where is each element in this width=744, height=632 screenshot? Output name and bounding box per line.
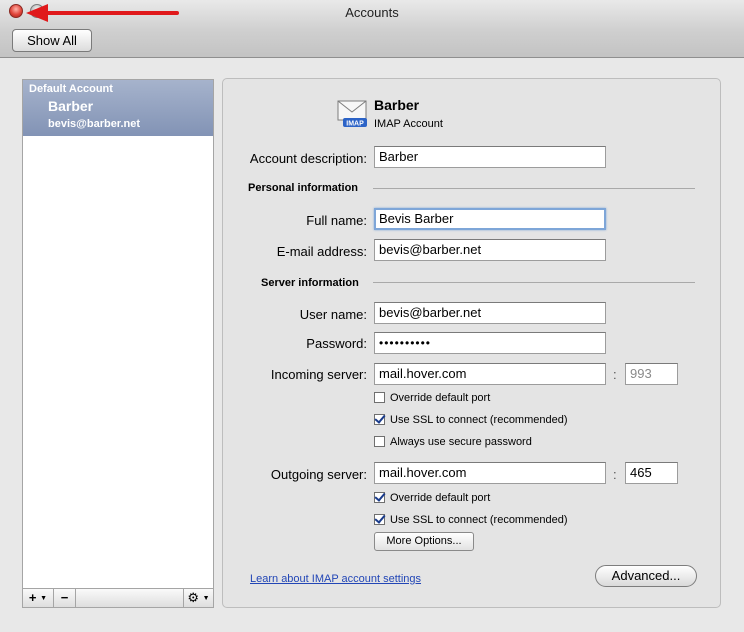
learn-imap-settings-link[interactable]: Learn about IMAP account settings — [250, 573, 421, 585]
window-titlebar: Accounts Show All — [0, 0, 744, 58]
account-header-type: IMAP Account — [374, 118, 443, 130]
account-group-label: Default Account — [29, 83, 113, 95]
incoming-server-label: Incoming server: — [270, 367, 367, 382]
advanced-button[interactable]: Advanced... — [595, 565, 697, 587]
server-info-section-label: Server information — [261, 277, 359, 289]
outgoing-server-label: Outgoing server: — [270, 467, 367, 482]
more-options-button[interactable]: More Options... — [374, 532, 474, 551]
outgoing-port-field[interactable]: 465 — [625, 462, 678, 484]
incoming-ssl-label: Use SSL to connect (recommended) — [390, 414, 568, 426]
outgoing-override-port-checkbox[interactable]: Override default port — [374, 492, 490, 504]
outgoing-server-field[interactable]: mail.hover.com — [374, 462, 606, 484]
account-description-label: Account description: — [249, 151, 367, 166]
password-label: Password: — [306, 336, 367, 351]
account-list-email: bevis@barber.net — [48, 118, 141, 130]
account-details-panel: IMAP Barber IMAP Account Account descrip… — [222, 78, 721, 608]
password-field[interactable]: •••••••••• — [374, 332, 606, 354]
email-address-field[interactable]: bevis@barber.net — [374, 239, 606, 261]
show-all-button[interactable]: Show All — [12, 29, 92, 52]
personal-info-divider — [373, 188, 695, 189]
remove-account-button[interactable]: − — [54, 589, 76, 607]
outgoing-port-separator: : — [613, 467, 617, 482]
full-name-label: Full name: — [306, 213, 367, 228]
checkbox-icon — [374, 392, 385, 403]
username-field[interactable]: bevis@barber.net — [374, 302, 606, 324]
email-address-label: E-mail address: — [276, 244, 367, 259]
incoming-port-separator: : — [613, 367, 617, 382]
secure-password-label: Always use secure password — [390, 436, 532, 448]
account-list[interactable]: Default Account Barber bevis@barber.net … — [22, 79, 214, 608]
outgoing-ssl-label: Use SSL to connect (recommended) — [390, 514, 568, 526]
full-name-field[interactable]: Bevis Barber — [374, 208, 606, 230]
incoming-port-field[interactable]: 993 — [625, 363, 678, 385]
gear-icon: ⚙ — [187, 590, 200, 605]
account-list-name: Barber — [48, 98, 94, 114]
imap-badge-text: IMAP — [346, 121, 364, 128]
incoming-ssl-checkbox[interactable]: Use SSL to connect (recommended) — [374, 414, 568, 426]
personal-info-section-label: Personal information — [248, 182, 359, 194]
outgoing-override-port-label: Override default port — [390, 492, 491, 504]
chevron-down-icon: ▼ — [40, 595, 48, 603]
secure-password-checkbox[interactable]: Always use secure password — [374, 436, 532, 448]
action-menu-button[interactable]: ⚙ ▼ — [183, 589, 213, 607]
account-description-field[interactable]: Barber — [374, 146, 606, 168]
window-title: Accounts — [345, 5, 399, 20]
incoming-server-field[interactable]: mail.hover.com — [374, 363, 606, 385]
username-label: User name: — [299, 307, 367, 322]
checkbox-checked-icon — [374, 492, 385, 503]
incoming-override-port-checkbox[interactable]: Override default port — [374, 392, 490, 404]
account-header-name: Barber — [374, 97, 420, 113]
add-icon: + — [28, 590, 37, 605]
account-list-toolbar: + ▼ − ⚙ ▼ — [23, 588, 213, 607]
chevron-down-icon: ▼ — [202, 595, 210, 603]
incoming-override-port-label: Override default port — [390, 392, 491, 404]
add-account-button[interactable]: + ▼ — [23, 589, 54, 607]
outgoing-ssl-checkbox[interactable]: Use SSL to connect (recommended) — [374, 514, 568, 526]
checkbox-checked-icon — [374, 414, 385, 425]
account-list-item-barber[interactable]: Default Account Barber bevis@barber.net — [23, 80, 213, 136]
checkbox-checked-icon — [374, 514, 385, 525]
server-info-divider — [373, 282, 695, 283]
imap-mail-icon: IMAP — [337, 100, 367, 128]
checkbox-icon — [374, 436, 385, 447]
